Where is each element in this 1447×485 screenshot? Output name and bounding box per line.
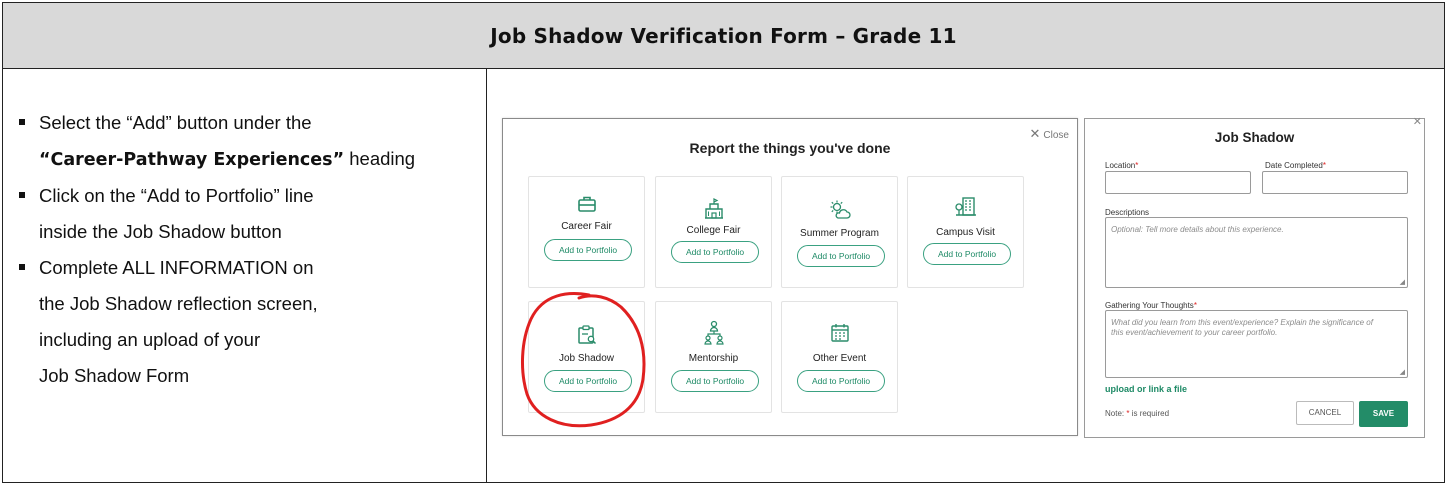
instruction-text: Click on the “Add to Portfolio” line xyxy=(39,185,314,206)
card-label: Other Event xyxy=(812,353,867,364)
thoughts-placeholder: What did you learn from this event/exper… xyxy=(1111,318,1373,337)
instruction-text: the Job Shadow reflection screen, xyxy=(39,293,318,314)
thoughts-label: Gathering Your Thoughts* xyxy=(1105,301,1197,310)
people-hierarchy-icon xyxy=(656,320,771,345)
card-label: Summer Program xyxy=(800,228,879,239)
instructions-column: Select the “Add” button under the “Caree… xyxy=(3,69,487,482)
resize-handle-icon[interactable]: ◢ xyxy=(1400,368,1405,376)
descriptions-placeholder: Optional: Tell more details about this e… xyxy=(1111,225,1284,234)
card-label: College Fair xyxy=(686,225,741,236)
card-summer-program: Summer Program Add to Portfolio xyxy=(781,176,898,288)
instruction-text: including an upload of your xyxy=(39,329,261,350)
add-to-portfolio-button[interactable]: Add to Portfolio xyxy=(671,370,759,392)
college-building-icon xyxy=(656,197,771,219)
card-label: Mentorship xyxy=(688,353,739,364)
card-campus-visit: Campus Visit Add to Portfolio xyxy=(907,176,1024,288)
date-completed-input[interactable] xyxy=(1262,171,1408,194)
instruction-item-add: Select the “Add” button under the “Caree… xyxy=(19,105,479,178)
location-label: Location* xyxy=(1105,161,1139,170)
job-shadow-title: Job Shadow xyxy=(1214,130,1295,145)
instruction-item-portfolio: Click on the “Add to Portfolio” line ins… xyxy=(19,178,479,250)
card-label: Campus Visit xyxy=(936,227,995,238)
calendar-icon xyxy=(782,322,897,344)
add-to-portfolio-button[interactable]: Add to Portfolio xyxy=(923,243,1011,265)
cancel-button[interactable]: CANCEL xyxy=(1296,401,1354,425)
upload-link[interactable]: upload or link a file xyxy=(1105,384,1187,394)
thoughts-textarea[interactable]: What did you learn from this event/exper… xyxy=(1105,310,1408,378)
save-button[interactable]: SAVE xyxy=(1359,401,1408,427)
report-modal: ✕ Close Report the things you've done Car… xyxy=(502,118,1078,436)
resize-handle-icon[interactable]: ◢ xyxy=(1400,278,1405,286)
add-to-portfolio-button[interactable]: Add to Portfolio xyxy=(797,370,885,392)
close-icon[interactable]: ✕ xyxy=(1413,115,1422,128)
instruction-text: Select the “Add” button under the xyxy=(39,112,312,133)
instruction-text: Job Shadow Form xyxy=(39,365,190,386)
instruction-text: Complete ALL INFORMATION on xyxy=(39,257,314,278)
card-other-event: Other Event Add to Portfolio xyxy=(781,301,898,413)
report-modal-title: Report the things you've done xyxy=(689,140,891,156)
job-shadow-modal: ✕ Job Shadow Location* Date Completed* D… xyxy=(1084,115,1425,438)
date-completed-label: Date Completed* xyxy=(1265,161,1326,170)
add-to-portfolio-button[interactable]: Add to Portfolio xyxy=(671,241,759,263)
form-header: Job Shadow Verification Form – Grade 11 xyxy=(3,3,1444,69)
descriptions-label: Descriptions xyxy=(1105,208,1150,217)
highlight-circle xyxy=(520,292,646,428)
instruction-text: heading xyxy=(344,148,416,169)
card-college-fair: College Fair Add to Portfolio xyxy=(655,176,772,288)
add-to-portfolio-button[interactable]: Add to Portfolio xyxy=(797,245,885,267)
required-note: Note: * is required xyxy=(1105,409,1170,418)
instruction-emphasis: “Career-Pathway Experiences” xyxy=(39,150,345,170)
card-label: Career Fair xyxy=(561,221,612,232)
campus-building-icon xyxy=(908,195,1023,217)
add-to-portfolio-button[interactable]: Add to Portfolio xyxy=(544,239,632,261)
card-career-fair: Career Fair Add to Portfolio xyxy=(528,176,645,288)
form-title: Job Shadow Verification Form – Grade 11 xyxy=(490,23,957,48)
location-input[interactable] xyxy=(1105,171,1251,194)
instruction-text: inside the Job Shadow button xyxy=(39,221,282,242)
instruction-list: Select the “Add” button under the “Caree… xyxy=(19,105,479,394)
card-mentorship: Mentorship Add to Portfolio xyxy=(655,301,772,413)
close-icon: ✕ xyxy=(1029,126,1041,141)
sun-cloud-icon xyxy=(782,199,897,221)
instruction-item-complete: Complete ALL INFORMATION on the Job Shad… xyxy=(19,250,479,394)
briefcase-icon xyxy=(529,193,644,215)
descriptions-textarea[interactable]: Optional: Tell more details about this e… xyxy=(1105,217,1408,288)
